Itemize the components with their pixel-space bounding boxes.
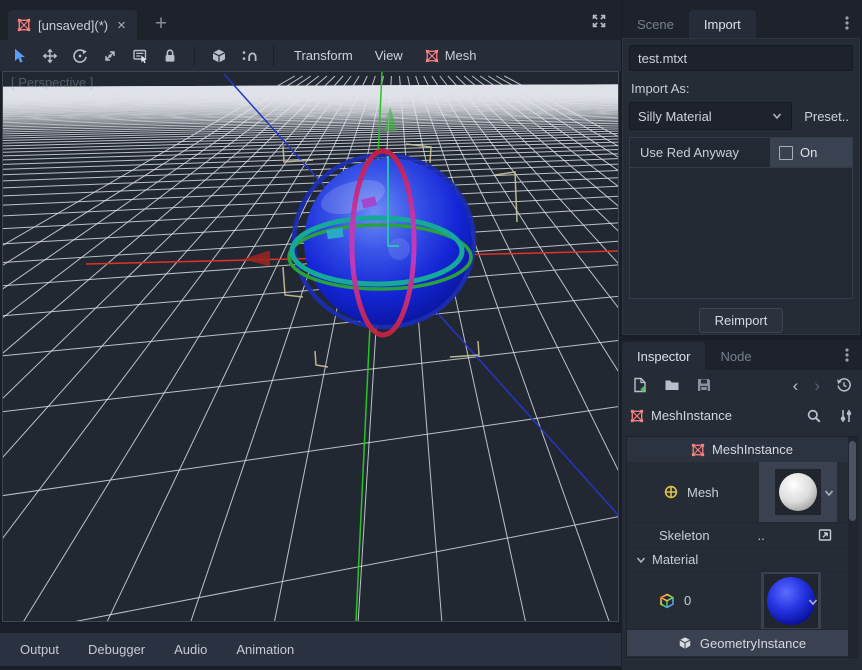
inspector-panel: ‹ › MeshInstance [622,370,862,670]
new-resource-icon[interactable] [632,377,648,393]
view-menu[interactable]: View [371,48,407,63]
history-back-button[interactable]: ‹ [793,377,799,394]
skeleton-property-value[interactable]: .. [758,528,765,543]
godot-editor-window: [unsaved](*) × + [0,0,862,670]
perspective-menu[interactable]: [ Perspective ] [11,75,93,90]
import-dock-tabbar: Scene Import [622,0,862,38]
spatial-toolbar: Transform View Mesh [0,40,621,71]
property-row-skeleton: Skeleton .. [627,523,857,548]
property-row-material-0: 0 [627,572,857,630]
property-list: MeshInstance Mesh [626,436,858,658]
material-slot-index: 0 [684,593,691,608]
assign-nodepath-icon[interactable] [817,527,833,543]
geometry-header-label: GeometryInstance [700,636,806,651]
import-filename: test.mtxt [638,51,687,66]
mesh-property-value[interactable] [759,462,837,522]
viewport-3d[interactable]: [ Perspective ] [2,71,619,622]
inspected-object-name: MeshInstance [651,408,732,423]
inspector-object-row: MeshInstance [622,400,862,431]
material-section-label: Material [652,552,698,567]
chevron-down-icon[interactable] [823,487,835,499]
tab-node[interactable]: Node [705,342,766,370]
param-row-use-red-anyway: Use Red Anyway On [630,138,852,168]
bottom-tab-debugger[interactable]: Debugger [82,639,151,660]
import-as-label: Import As: [631,81,851,96]
importer-value: Silly Material [638,109,712,124]
scrollbar-thumb[interactable] [849,441,856,521]
property-row-mesh: Mesh [627,462,857,523]
history-icon[interactable] [836,377,852,393]
lock-tool-icon[interactable] [162,48,178,64]
import-panel: test.mtxt Import As: Silly Material Pres… [622,38,860,335]
rotate-tool-icon[interactable] [72,48,88,64]
material-cube-icon [659,593,675,609]
bottom-tab-animation[interactable]: Animation [230,639,300,660]
mesh-instance-icon [630,409,644,423]
add-scene-tab-button[interactable]: + [150,11,172,37]
mesh-property-label: Mesh [687,485,719,500]
load-resource-folder-icon[interactable] [664,377,680,393]
viewport-canvas [3,72,618,621]
search-icon[interactable] [806,408,822,424]
import-filename-field[interactable]: test.mtxt [629,45,853,71]
mesh-menu[interactable]: Mesh [421,48,481,63]
mesh-preview[interactable] [775,469,821,515]
transform-menu[interactable]: Transform [290,48,357,63]
chevron-down-icon [771,110,783,122]
class-header-label: MeshInstance [712,442,793,457]
param-name: Use Red Anyway [640,145,739,160]
bottom-panel: Output Debugger Audio Animation [0,633,621,666]
scene-tab-label: [unsaved](*) [38,18,108,33]
bottom-tab-output[interactable]: Output [14,639,65,660]
scale-tool-icon[interactable] [102,48,118,64]
list-select-tool-icon[interactable] [132,48,148,64]
sphere-thumbnail-white [777,471,819,513]
ground-grid [3,76,618,621]
inspector-scrollbar[interactable] [848,437,857,657]
object-tools-icon[interactable] [838,408,854,424]
scene-tab-unsaved[interactable]: [unsaved](*) × [8,10,137,40]
move-tool-icon[interactable] [42,48,58,64]
mesh-instance-icon [425,49,439,63]
material-property-value[interactable] [761,572,821,629]
dock-menu-icon[interactable] [839,15,855,31]
class-header-meshinstance[interactable]: MeshInstance [627,437,857,462]
param-value: On [800,145,817,160]
tab-inspector[interactable]: Inspector [622,342,705,370]
class-header-geometryinstance[interactable]: GeometryInstance [627,630,857,656]
snap-tool-icon[interactable] [241,48,257,64]
inspector-dock-tabbar: Inspector Node [622,340,862,370]
mesh-instance-icon [691,443,705,457]
param-value-cell[interactable]: On [770,138,852,167]
history-forward-button[interactable]: › [814,377,820,394]
inspector-toolbar: ‹ › [622,370,862,400]
bottom-tab-audio[interactable]: Audio [168,639,213,660]
tab-scene[interactable]: Scene [622,10,689,38]
mesh-menu-label: Mesh [445,48,477,63]
mesh-instance-icon [17,18,31,32]
importer-dropdown[interactable]: Silly Material [629,102,792,130]
close-tab-icon[interactable]: × [115,18,128,33]
local-space-icon[interactable] [211,48,227,64]
skeleton-property-label: Skeleton [659,528,710,543]
import-params: Use Red Anyway On [629,137,853,299]
section-collapse-icon [635,554,647,566]
toolbar-separator [273,46,274,66]
geometry-cube-icon [678,636,692,650]
keying-target-icon [663,484,679,500]
save-resource-icon[interactable] [696,377,712,393]
chevron-down-icon[interactable] [807,596,819,608]
scene-tabbar: [unsaved](*) × + [0,0,621,40]
gizmo-arrow-x[interactable] [243,251,270,267]
tab-import[interactable]: Import [689,10,756,38]
expand-viewport-icon[interactable] [591,13,611,33]
preset-button[interactable]: Preset.. [800,106,853,127]
checkbox-icon[interactable] [779,146,793,160]
reimport-button[interactable]: Reimport [699,308,784,333]
section-header-material[interactable]: Material [627,548,857,572]
toolbar-separator [194,46,195,66]
dock-menu-icon[interactable] [839,347,855,363]
select-tool-icon[interactable] [12,48,28,64]
